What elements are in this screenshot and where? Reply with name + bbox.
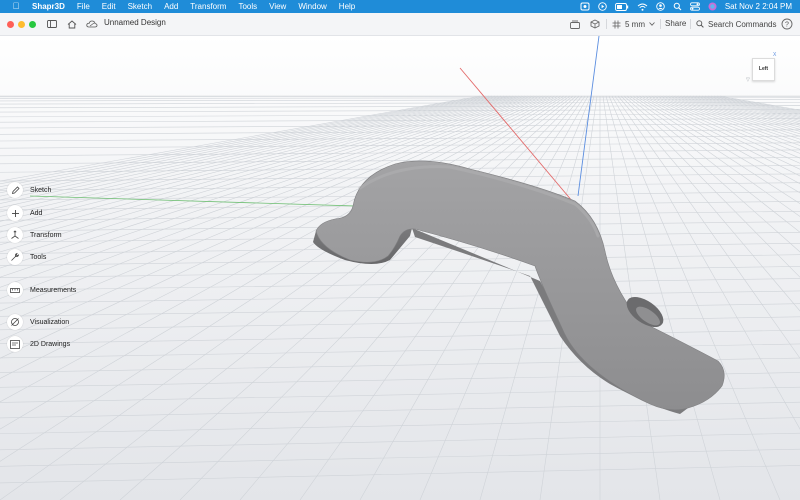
tool-transform[interactable]: Transform	[7, 226, 62, 244]
tool-measurements[interactable]: Measurements	[7, 281, 76, 299]
battery-icon[interactable]	[614, 2, 629, 11]
wrench-icon	[7, 249, 23, 265]
tool-2d-drawings[interactable]: 2D Drawings	[7, 335, 70, 353]
menu-app-name[interactable]: Shapr3D	[32, 0, 65, 13]
toolbar-separator	[660, 19, 661, 29]
menu-help[interactable]: Help	[339, 0, 355, 13]
plus-icon	[7, 205, 23, 221]
window-close-button[interactable]	[7, 20, 14, 28]
ar-view-icon[interactable]	[588, 17, 602, 31]
user-icon[interactable]	[656, 2, 665, 11]
window-minimize-button[interactable]	[18, 20, 25, 28]
tool-visualization[interactable]: Visualization	[7, 313, 69, 331]
control-center-icon[interactable]	[689, 2, 700, 11]
grid-icon	[612, 20, 621, 28]
menu-view[interactable]: View	[269, 0, 286, 13]
tool-label: Transform	[30, 231, 62, 239]
drawing-sheet-icon	[7, 336, 23, 352]
tool-label: Sketch	[30, 186, 52, 194]
menu-transform[interactable]: Transform	[190, 0, 226, 13]
view-cube-face-label: Left	[758, 66, 769, 72]
menu-add[interactable]: Add	[164, 0, 178, 13]
tool-add[interactable]: Add	[7, 204, 42, 222]
tool-sketch[interactable]: Sketch	[7, 181, 51, 199]
tool-tools[interactable]: Tools	[7, 248, 46, 266]
view-cube-axis-label: X	[773, 52, 777, 58]
ruler-icon	[7, 282, 23, 298]
tool-label: Visualization	[30, 318, 70, 326]
menu-window[interactable]: Window	[298, 0, 326, 13]
window-toolbar: Unnamed Design 5 mm Share Search Command…	[0, 13, 800, 36]
menu-status-area: Sat Nov 2 2:04 PM	[580, 0, 792, 13]
search-commands-field[interactable]: Search Commands	[696, 17, 776, 31]
sidebar-toggle-icon[interactable]	[45, 17, 59, 31]
tool-label: Tools	[30, 253, 47, 261]
tool-label: 2D Drawings	[30, 340, 71, 348]
grid-size-value: 5 mm	[625, 19, 645, 29]
home-icon[interactable]	[65, 17, 79, 31]
library-icon[interactable]	[568, 17, 582, 31]
design-viewport[interactable]	[0, 36, 800, 500]
menu-bar:  Shapr3D File Edit Sketch Add Transform…	[0, 0, 800, 13]
search-icon	[696, 20, 704, 28]
grid-size-dropdown[interactable]: 5 mm	[612, 17, 655, 31]
chevron-down-icon	[649, 22, 655, 26]
sketch-pen-icon	[7, 182, 23, 198]
wifi-icon[interactable]	[637, 3, 648, 11]
menu-sketch[interactable]: Sketch	[128, 0, 152, 13]
tool-label: Measurements	[30, 286, 77, 294]
siri-icon[interactable]	[708, 2, 717, 11]
document-title[interactable]: Unnamed Design	[104, 18, 166, 27]
toolbar-separator	[606, 19, 607, 29]
window-zoom-button[interactable]	[29, 20, 36, 28]
menu-edit[interactable]: Edit	[102, 0, 116, 13]
view-cube[interactable]: Left	[752, 58, 775, 81]
apple-logo-icon[interactable]: 	[10, 0, 22, 13]
cloud-sync-icon[interactable]	[85, 17, 99, 31]
help-button[interactable]: ?	[781, 17, 793, 35]
play-icon[interactable]	[598, 2, 607, 11]
screen-record-icon[interactable]	[580, 2, 590, 11]
tool-label: Add	[30, 209, 43, 217]
help-label: ?	[785, 22, 789, 29]
toolbar-separator	[690, 19, 691, 29]
menu-file[interactable]: File	[77, 0, 90, 13]
view-cube-origin-marker: ▽	[746, 77, 750, 83]
visualization-icon	[7, 314, 23, 330]
search-icon[interactable]	[673, 2, 682, 11]
share-button[interactable]: Share	[665, 17, 686, 31]
search-commands-label: Search Commands	[708, 19, 777, 29]
viewport-canvas[interactable]	[0, 36, 800, 500]
transform-arrows-icon	[7, 227, 23, 243]
menu-clock[interactable]: Sat Nov 2 2:04 PM	[725, 2, 792, 11]
menu-tools[interactable]: Tools	[238, 0, 257, 13]
